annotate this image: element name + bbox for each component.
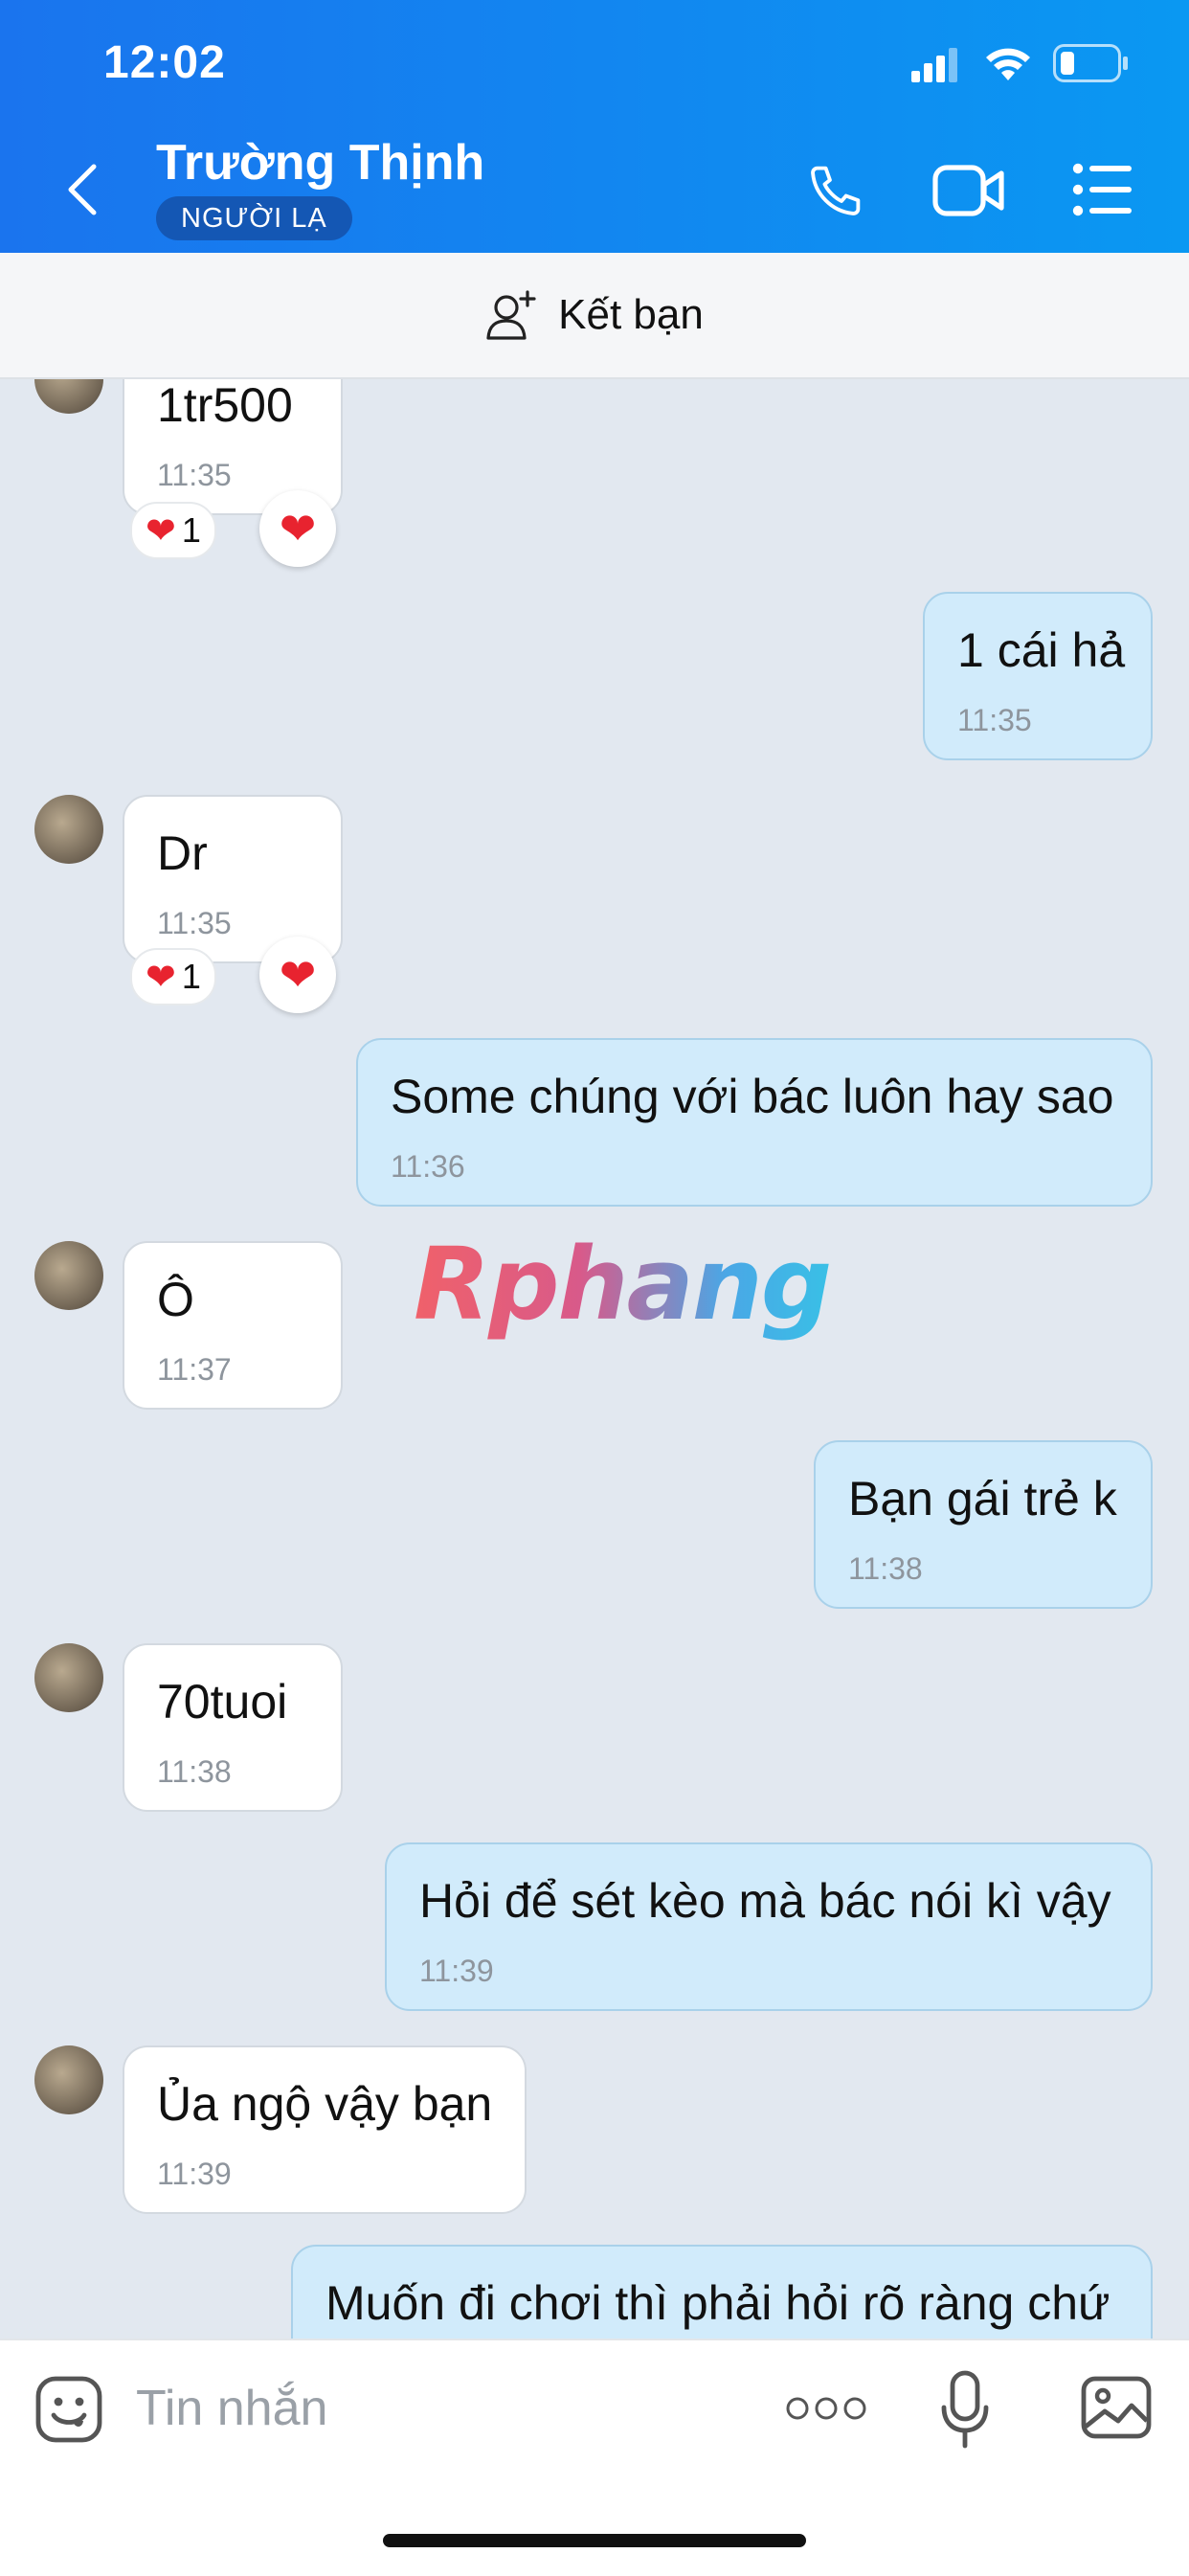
message-time: 11:37 [157,1352,232,1387]
message-text: Muốn đi chơi thì phải hỏi rõ ràng chứ [325,2276,1110,2330]
message-time: 11:35 [157,458,232,492]
heart-icon: ❤ [279,950,317,1000]
phone-icon[interactable] [804,159,867,222]
reaction-count[interactable]: ❤ 1 [130,948,216,1006]
avatar[interactable] [34,2045,103,2114]
message-time: 11:35 [157,906,232,940]
chat-header: 12:02 Trường Thịnh NGƯỜI LẠ [0,0,1189,253]
message-text: Bạn gái trẻ k [848,1472,1117,1525]
heart-icon: ❤ [279,504,317,554]
avatar[interactable] [34,1241,103,1310]
message-text: Ô [157,1273,194,1326]
avatar[interactable] [34,1643,103,1712]
message-bubble-incoming[interactable]: Ô 11:37 [123,1241,343,1410]
add-friend-bar[interactable]: Kết bạn [0,253,1189,379]
message-bubble-outgoing[interactable]: Bạn gái trẻ k 11:38 [814,1440,1153,1609]
message-bubble-outgoing[interactable]: 1 cái hả 11:35 [923,592,1153,760]
message-time: 11:39 [419,1954,494,1988]
video-call-icon[interactable] [932,161,1005,220]
message-input[interactable] [134,2369,712,2448]
message-text: 70tuoi [157,1675,288,1729]
signal-icon [911,48,957,82]
message-text: Hỏi để sét kèo mà bác nói kì vậy [419,1874,1111,1928]
message-bubble-incoming[interactable]: Ủa ngộ vậy bạn 11:39 [123,2045,527,2214]
status-time: 12:02 [103,37,226,88]
image-icon[interactable] [1080,2375,1153,2440]
message-time: 11:38 [157,1754,232,1789]
home-indicator [383,2534,806,2547]
menu-list-icon[interactable] [1072,163,1133,216]
message-bubble-outgoing[interactable]: Muốn đi chơi thì phải hỏi rõ ràng chứ [291,2245,1153,2339]
message-time: 11:36 [391,1149,465,1184]
add-friend-label: Kết bạn [558,291,704,338]
add-friend-icon [486,290,536,340]
back-icon[interactable] [63,161,101,218]
stranger-badge: NGƯỜI LẠ [156,196,352,240]
message-text: Dr [157,826,208,880]
react-heart-button[interactable]: ❤ [259,490,336,567]
avatar[interactable] [34,379,103,414]
watermark: Rphang [414,1226,832,1343]
message-list[interactable]: 1tr500 11:35 ❤ 1 ❤ 1 cái hả 11:35 Dr 11:… [0,379,1189,2339]
battery-icon [1053,44,1128,82]
emoji-icon[interactable] [34,2375,103,2444]
react-heart-button[interactable]: ❤ [259,937,336,1013]
heart-icon: ❤ [146,510,176,552]
heart-icon: ❤ [146,957,176,998]
message-time: 11:39 [157,2157,232,2191]
message-time: 11:35 [957,703,1032,737]
more-icon[interactable] [785,2394,867,2423]
microphone-icon[interactable] [940,2369,990,2450]
avatar[interactable] [34,795,103,864]
message-bubble-outgoing[interactable]: Hỏi để sét kèo mà bác nói kì vậy 11:39 [385,1842,1153,2011]
reaction-count[interactable]: ❤ 1 [130,502,216,559]
message-text: Some chúng với bác luôn hay sao [391,1070,1114,1123]
wifi-icon [986,48,1030,80]
message-text: Ủa ngộ vậy bạn [157,2077,493,2131]
message-bubble-incoming[interactable]: 70tuoi 11:38 [123,1643,343,1812]
message-text: 1tr500 [157,379,293,432]
message-bubble-outgoing[interactable]: Some chúng với bác luôn hay sao 11:36 [356,1038,1153,1207]
message-text: 1 cái hả [957,623,1126,677]
chat-title[interactable]: Trường Thịnh [156,134,484,192]
reaction-count-value: 1 [181,957,201,996]
reaction-count-value: 1 [181,510,201,550]
message-time: 11:38 [848,1551,923,1586]
